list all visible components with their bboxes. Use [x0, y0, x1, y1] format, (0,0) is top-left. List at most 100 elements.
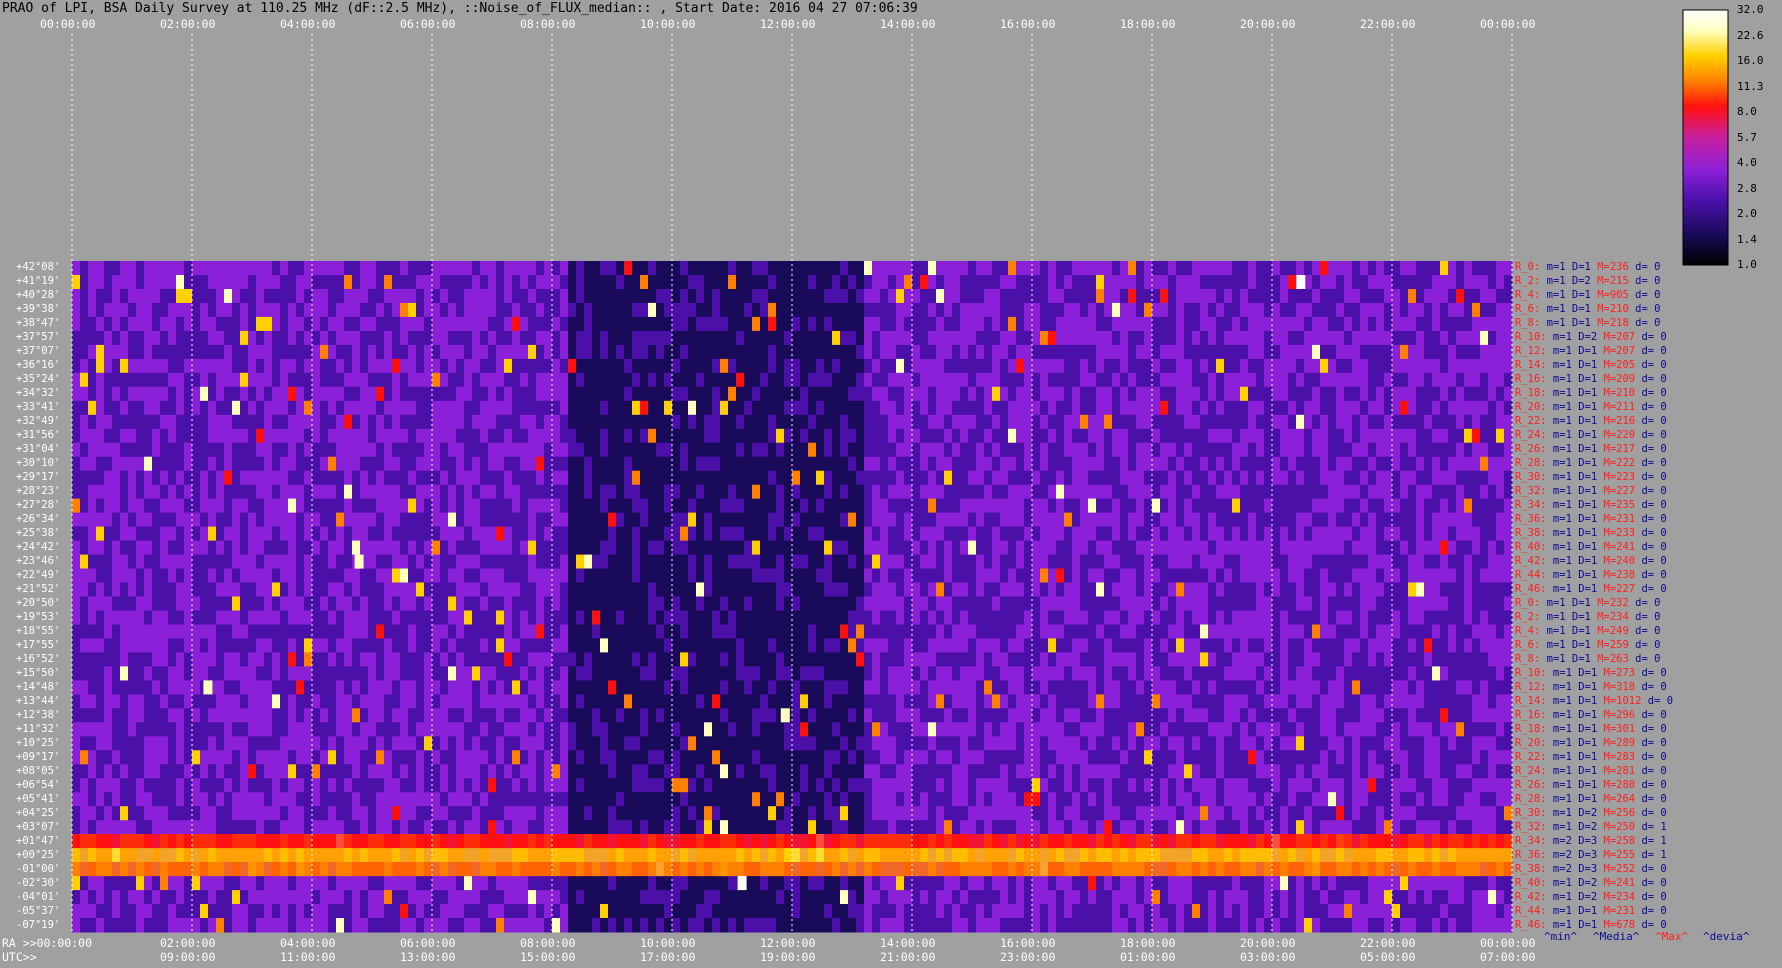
heatmap-cell — [488, 554, 497, 570]
heatmap-cell — [696, 358, 705, 374]
heatmap-cell — [840, 708, 849, 723]
heatmap-cell — [104, 372, 113, 388]
heatmap-cell — [696, 512, 705, 528]
heatmap-cell — [208, 610, 217, 625]
heatmap-cell — [256, 918, 265, 933]
heatmap-cell — [88, 764, 97, 779]
heatmap-cell — [328, 876, 337, 891]
heatmap-cell — [624, 610, 633, 625]
heatmap-cell — [784, 610, 793, 625]
heatmap-cell — [640, 275, 649, 290]
heatmap-cell — [184, 568, 193, 583]
heatmap-cell — [112, 792, 121, 807]
heatmap-cell — [816, 792, 825, 807]
heatmap-cell — [504, 428, 513, 444]
heatmap-cell — [576, 666, 585, 681]
heatmap-cell — [288, 372, 297, 388]
heatmap-cell — [400, 904, 409, 919]
heatmap-cell — [288, 289, 297, 304]
heatmap-cell — [152, 624, 161, 639]
heatmap-cell — [232, 302, 241, 318]
heatmap-cell — [200, 470, 209, 486]
heatmap-cell — [744, 358, 753, 374]
heatmap-cell — [656, 568, 665, 583]
heatmap-cell — [768, 316, 777, 332]
heatmap-cell — [144, 708, 153, 723]
heatmap-cell — [592, 806, 601, 821]
heatmap-cell — [816, 275, 825, 290]
heatmap-cell — [368, 554, 377, 570]
heatmap-cell — [696, 736, 705, 751]
heatmap-cell — [112, 890, 121, 905]
heatmap-cell — [192, 414, 201, 430]
heatmap-cell — [576, 554, 585, 570]
heatmap-cell — [424, 498, 433, 514]
heatmap-cell — [232, 638, 241, 653]
heatmap-cell — [648, 876, 657, 891]
heatmap-cell — [448, 918, 457, 933]
heatmap-cell — [720, 876, 729, 891]
heatmap-cell — [608, 400, 617, 416]
heatmap-cell — [496, 904, 505, 919]
heatmap-cell — [632, 540, 641, 556]
heatmap-cell — [320, 372, 329, 388]
heatmap-cell — [456, 680, 465, 695]
heatmap-cell — [488, 512, 497, 528]
heatmap-cell — [136, 372, 145, 388]
heatmap-cell — [768, 344, 777, 360]
heatmap-cell — [96, 722, 105, 737]
heatmap-cell — [168, 540, 177, 556]
heatmap-cell — [896, 316, 905, 332]
heatmap-cell — [648, 414, 657, 430]
heatmap-cell — [752, 876, 761, 891]
heatmap-cell — [112, 344, 121, 360]
heatmap-cell — [360, 442, 369, 458]
heatmap-cell — [664, 736, 673, 751]
heatmap-cell — [528, 778, 537, 793]
heatmap-cell — [736, 582, 745, 597]
heatmap-cell — [176, 302, 185, 318]
heatmap-cell — [608, 568, 617, 583]
heatmap-cell — [848, 470, 857, 486]
heatmap-cell — [704, 736, 713, 751]
heatmap-cell — [216, 442, 225, 458]
heatmap-cell — [504, 680, 513, 695]
heatmap-cell — [840, 540, 849, 556]
heatmap-cell — [256, 876, 265, 891]
heatmap-cell — [624, 694, 633, 709]
heatmap-cell — [896, 904, 905, 919]
heatmap-cell — [160, 918, 169, 933]
heatmap-cell — [296, 652, 305, 667]
heatmap-cell — [288, 456, 297, 472]
heatmap-cell — [624, 806, 633, 821]
heatmap-cell — [136, 904, 145, 919]
heatmap-cell — [440, 722, 449, 737]
heatmap-cell — [296, 302, 305, 318]
heatmap-cell — [520, 778, 529, 793]
heatmap-cell — [704, 526, 713, 542]
heatmap-cell — [392, 694, 401, 709]
heatmap-cell — [888, 386, 897, 402]
heatmap-cell — [728, 372, 737, 388]
heatmap-cell — [112, 512, 121, 528]
heatmap-cell — [288, 358, 297, 374]
heatmap-cell — [120, 876, 129, 891]
heatmap-cell — [640, 666, 649, 681]
heatmap-cell — [704, 652, 713, 667]
heatmap-cell — [464, 442, 473, 458]
heatmap-cell — [752, 344, 761, 360]
heatmap-cell — [96, 652, 105, 667]
heatmap-cell — [240, 680, 249, 695]
heatmap-cell — [848, 918, 857, 933]
heatmap-cell — [88, 484, 97, 500]
heatmap-cell — [464, 610, 473, 625]
heatmap-cell — [808, 722, 817, 737]
heatmap-cell — [312, 484, 321, 500]
heatmap-cell — [720, 470, 729, 486]
heatmap-cell — [400, 261, 409, 276]
heatmap-cell — [152, 414, 161, 430]
heatmap-cell — [608, 764, 617, 779]
heatmap-cell — [440, 736, 449, 751]
heatmap-cell — [552, 764, 561, 779]
heatmap-cell — [888, 722, 897, 737]
